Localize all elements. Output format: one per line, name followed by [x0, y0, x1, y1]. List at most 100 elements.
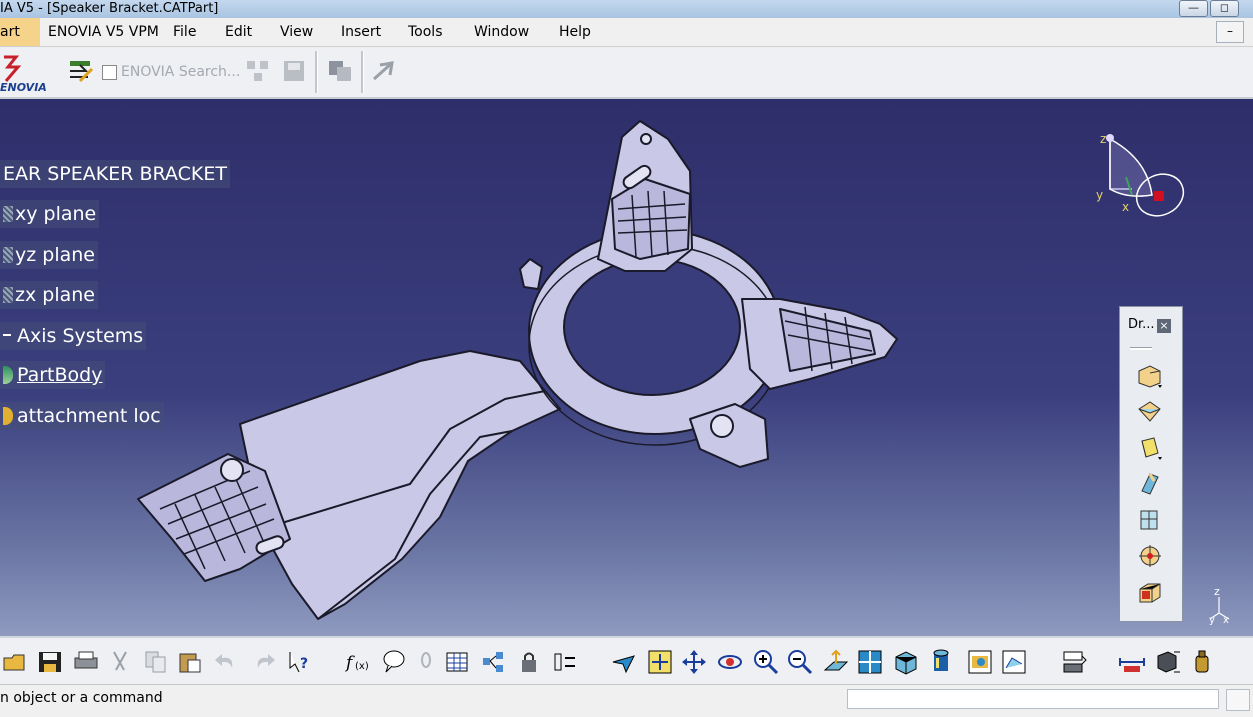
redo-icon[interactable] [250, 648, 278, 676]
toolbar-separator [315, 51, 318, 93]
menu-enovia[interactable]: ENOVIA V5 VPM [48, 24, 159, 40]
menu-start[interactable]: art [0, 18, 40, 46]
cylinder-view-icon[interactable] [928, 648, 956, 676]
parameters-icon[interactable] [552, 648, 580, 676]
toolbar-separator [361, 51, 364, 93]
menu-bar: art ENOVIA V5 VPM File Edit View Insert … [0, 18, 1253, 47]
tree-label: yz plane [15, 244, 95, 266]
tree-root[interactable]: EAR SPEAKER BRACKET [0, 160, 230, 188]
tree-node-yz-plane[interactable]: yz plane [0, 241, 98, 269]
draft-reflect-icon[interactable] [1136, 435, 1164, 461]
measure-inertia-icon[interactable] [1154, 648, 1182, 676]
enovia-link-icon[interactable] [370, 57, 400, 85]
edges-icon[interactable] [1000, 648, 1028, 676]
zoom-in-icon[interactable] [752, 648, 780, 676]
fly-mode-icon[interactable] [610, 648, 638, 676]
tree-label: zx plane [15, 284, 95, 306]
tree-label: attachment loc [17, 405, 161, 427]
drafting-toolbar-title: Dr... [1128, 317, 1155, 332]
tree-node-xy-plane[interactable]: xy plane [0, 200, 100, 228]
paste-icon[interactable] [176, 648, 204, 676]
tree-node-axis-systems[interactable]: Axis Systems [0, 322, 147, 350]
print-icon[interactable] [72, 648, 100, 676]
draft-box-icon[interactable] [1136, 579, 1164, 605]
normal-view-icon[interactable] [822, 648, 850, 676]
plane-icon [3, 247, 13, 263]
cut-icon[interactable] [106, 648, 134, 676]
toolbar-grip[interactable] [1130, 347, 1152, 350]
menu-file[interactable]: File [173, 24, 196, 40]
status-message: n object or a command [0, 690, 163, 706]
mini-axis-z: z [1214, 585, 1220, 598]
close-icon[interactable]: × [1157, 319, 1171, 333]
attachment-icon [3, 407, 13, 425]
window-title: IA V5 - [Speaker Bracket.CATPart] [0, 1, 219, 16]
material-icon[interactable] [1188, 648, 1216, 676]
tree-label: PartBody [17, 364, 103, 386]
enovia-send-icon[interactable] [66, 57, 96, 85]
open-icon[interactable] [2, 648, 30, 676]
svg-text:f: f [344, 653, 355, 673]
document-minimize-button[interactable]: – [1216, 21, 1244, 43]
minimize-button[interactable]: — [1179, 0, 1208, 17]
draft-face-icon[interactable] [1136, 399, 1164, 425]
lock-icon[interactable] [516, 648, 544, 676]
whats-this-icon[interactable]: ? [286, 648, 314, 676]
draft-analysis-icon[interactable] [1136, 363, 1164, 389]
command-input[interactable] [847, 689, 1219, 709]
command-scroll-button[interactable] [1226, 689, 1250, 711]
draft-variable-icon[interactable] [1136, 471, 1164, 497]
rotate-icon[interactable] [716, 648, 744, 676]
menu-tools[interactable]: Tools [408, 24, 443, 40]
menu-edit[interactable]: Edit [225, 24, 252, 40]
menu-view[interactable]: View [280, 24, 313, 40]
fit-all-icon[interactable] [646, 648, 674, 676]
menu-insert[interactable]: Insert [341, 24, 381, 40]
zoom-out-icon[interactable] [786, 648, 814, 676]
enovia-tree-icon[interactable] [244, 57, 274, 85]
title-bar: IA V5 - [Speaker Bracket.CATPart] — ◻ [0, 0, 1253, 18]
standard-toolbar: ? f (x) [0, 636, 1253, 686]
iso-view-icon[interactable] [892, 648, 920, 676]
draft-point-icon[interactable] [1136, 543, 1164, 569]
formula-icon[interactable]: f (x) [344, 648, 372, 676]
ring-hole [563, 258, 741, 396]
light-icon[interactable] [414, 648, 442, 676]
enovia-save-icon[interactable] [280, 57, 310, 85]
enovia-search-checkbox[interactable] [102, 65, 117, 80]
table-icon[interactable] [444, 648, 472, 676]
enovia-toolbar: ENOVIA ENOVIA Search... [0, 47, 1253, 99]
plane-icon [3, 206, 13, 222]
partbody-icon [3, 366, 13, 384]
pan-icon[interactable] [680, 648, 708, 676]
tree-node-attachment-loc[interactable]: attachment loc [0, 402, 164, 430]
multi-view-icon[interactable] [856, 648, 884, 676]
menu-help[interactable]: Help [559, 24, 591, 40]
tree-expand-icon[interactable] [480, 648, 508, 676]
tree-label: xy plane [15, 203, 97, 225]
copy-icon[interactable] [142, 648, 170, 676]
swap-icon[interactable] [1060, 648, 1088, 676]
tree-node-partbody[interactable]: PartBody [0, 361, 106, 389]
mini-axis-x: x [1223, 615, 1229, 625]
compass-x-label: x [1122, 200, 1129, 214]
knowledge-icon[interactable] [380, 648, 408, 676]
tree-label: Axis Systems [17, 325, 144, 347]
tree-node-zx-plane[interactable]: zx plane [0, 281, 98, 309]
enovia-logo-icon: ENOVIA [0, 55, 47, 93]
enovia-sync-icon[interactable] [326, 57, 356, 85]
undo-icon[interactable] [212, 648, 240, 676]
drafting-toolbar[interactable]: Dr... × [1119, 306, 1183, 622]
menu-window[interactable]: Window [474, 24, 529, 40]
shading-icon[interactable] [966, 648, 994, 676]
save-icon[interactable] [36, 648, 64, 676]
enovia-logo-text: ENOVIA [0, 81, 47, 93]
draft-parting-icon[interactable] [1136, 507, 1164, 533]
enovia-search-label[interactable]: ENOVIA Search... [121, 64, 240, 80]
mini-axis-y: y [1209, 615, 1215, 625]
measure-icon[interactable] [1118, 648, 1146, 676]
compass-y-label: y [1096, 188, 1103, 202]
compass-icon[interactable]: z y x [1092, 129, 1192, 224]
restore-button[interactable]: ◻ [1210, 0, 1239, 17]
3d-viewport[interactable]: EAR SPEAKER BRACKET xy plane yz plane zx… [0, 99, 1253, 636]
